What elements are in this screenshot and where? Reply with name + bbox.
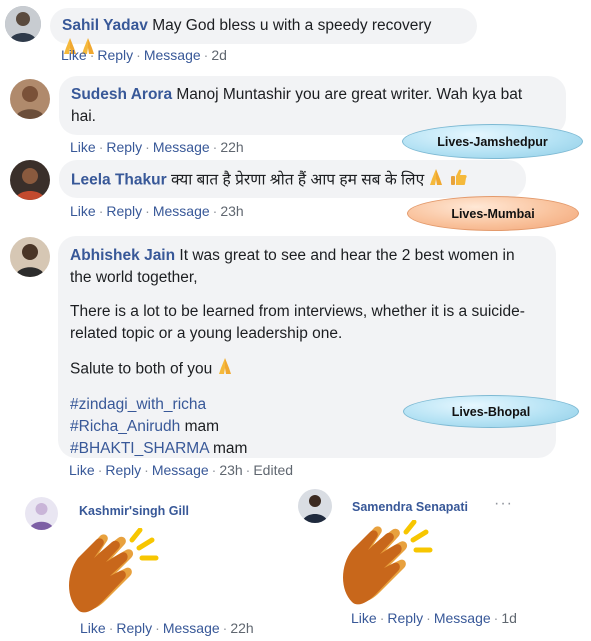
reply-link[interactable]: Reply xyxy=(106,203,142,219)
message-link[interactable]: Message xyxy=(153,139,210,155)
comment-actions: Like · Reply · Message · 22h xyxy=(80,620,254,636)
profile-photo xyxy=(5,6,41,42)
more-options-icon[interactable]: ··· xyxy=(494,495,513,513)
label-jamshedpur: Lives-Jamshedpur xyxy=(402,124,583,159)
reply-link[interactable]: Reply xyxy=(106,139,142,155)
comment-author[interactable]: Leela Thakur xyxy=(71,172,167,189)
comment-text: the world together, xyxy=(70,269,198,286)
thumbs-up-icon xyxy=(450,168,468,193)
separator: · xyxy=(89,47,95,63)
message-link[interactable]: Message xyxy=(144,47,201,63)
comment-text: Manoj Muntashir you are great writer. Wa… xyxy=(176,86,523,103)
timestamp[interactable]: 1d xyxy=(501,610,517,626)
comment-author[interactable]: Abhishek Jain xyxy=(70,247,175,264)
like-link[interactable]: Like xyxy=(351,610,377,626)
comment-bubble: Leela Thakur क्या बात है प्रेरणा श्रोत ह… xyxy=(59,160,526,198)
reply-link[interactable]: Reply xyxy=(116,620,152,636)
hashtag-link[interactable]: #Richa_Anirudh xyxy=(70,418,180,435)
comment-actions: Like · Reply · Message · 22h xyxy=(70,139,244,155)
hashtag-link[interactable]: #BHAKTI_SHARMA xyxy=(70,440,209,457)
separator: · xyxy=(379,610,385,626)
comment-author[interactable]: Kashmir'singh Gill xyxy=(79,504,189,518)
comment-author[interactable]: Samendra Senapati xyxy=(352,500,468,514)
avatar[interactable] xyxy=(5,6,41,42)
comment-text: mam xyxy=(213,440,248,457)
separator: · xyxy=(155,620,160,636)
folded-hands-icon xyxy=(428,168,445,193)
separator: · xyxy=(426,610,431,626)
like-link[interactable]: Like xyxy=(69,462,95,478)
like-link[interactable]: Like xyxy=(70,203,96,219)
separator: · xyxy=(108,620,114,636)
label-bhopal: Lives-Bhopal xyxy=(403,395,579,428)
separator: · xyxy=(212,139,218,155)
comment-text: It was great to see and hear the 2 best … xyxy=(179,247,515,264)
comment-actions: Like · Reply · Message · 1d xyxy=(351,610,517,626)
separator: · xyxy=(144,462,149,478)
timestamp[interactable]: 2d xyxy=(211,47,227,63)
like-link[interactable]: Like xyxy=(80,620,106,636)
label-mumbai: Lives-Mumbai xyxy=(407,196,579,231)
comment-text: क्या बात है प्रेरणा श्रोत हैं आप हम सब क… xyxy=(170,171,425,189)
separator: · xyxy=(98,139,104,155)
comment-actions: Like · Reply · Message · 2d xyxy=(61,47,227,63)
message-link[interactable]: Message xyxy=(434,610,491,626)
comment-actions: Like · Reply · Message · 23h · Edited xyxy=(69,462,293,478)
reply-link[interactable]: Reply xyxy=(105,462,141,478)
message-link[interactable]: Message xyxy=(152,462,209,478)
reply-link[interactable]: Reply xyxy=(97,47,133,63)
separator: · xyxy=(97,462,103,478)
avatar[interactable] xyxy=(25,497,58,530)
timestamp[interactable]: 22h xyxy=(220,139,243,155)
comment-text: related topic or a young leadership one. xyxy=(70,325,343,342)
separator: · xyxy=(98,203,104,219)
hashtag-link[interactable]: #zindagi_with_richa xyxy=(70,396,206,413)
comment-author[interactable]: Sudesh Arora xyxy=(71,86,172,103)
comment-text: There is a lot to be learned from interv… xyxy=(70,303,525,320)
separator: · xyxy=(203,47,209,63)
like-link[interactable]: Like xyxy=(70,139,96,155)
profile-photo xyxy=(25,497,58,530)
comment-author[interactable]: Sahil Yadav xyxy=(62,17,148,34)
timestamp[interactable]: 22h xyxy=(230,620,253,636)
profile-photo xyxy=(10,79,50,119)
clapping-hands-icon xyxy=(66,527,161,618)
edited-label[interactable]: Edited xyxy=(253,462,293,478)
like-link[interactable]: Like xyxy=(61,47,87,63)
separator: · xyxy=(136,47,141,63)
comment-text: May God bless u with a speedy recovery xyxy=(152,17,432,34)
separator: · xyxy=(222,620,228,636)
profile-photo xyxy=(10,237,50,277)
separator: · xyxy=(245,462,251,478)
avatar[interactable] xyxy=(10,160,50,200)
message-link[interactable]: Message xyxy=(153,203,210,219)
separator: · xyxy=(493,610,499,626)
timestamp[interactable]: 23h xyxy=(219,462,242,478)
timestamp[interactable]: 23h xyxy=(220,203,243,219)
message-link[interactable]: Message xyxy=(163,620,220,636)
reply-link[interactable]: Reply xyxy=(387,610,423,626)
avatar[interactable] xyxy=(298,489,332,523)
separator: · xyxy=(211,462,217,478)
comment-text: mam xyxy=(184,418,220,435)
profile-photo xyxy=(10,160,50,200)
avatar[interactable] xyxy=(10,79,50,119)
separator: · xyxy=(145,203,150,219)
separator: · xyxy=(145,139,150,155)
clapping-hands-icon xyxy=(340,519,435,610)
separator: · xyxy=(212,203,218,219)
folded-hands-icon xyxy=(217,357,234,382)
comment-bubble: Sahil Yadav May God bless u with a speed… xyxy=(50,8,477,54)
avatar[interactable] xyxy=(10,237,50,277)
comment-text: Salute to both of you xyxy=(70,360,213,378)
comment-actions: Like · Reply · Message · 23h xyxy=(70,203,244,219)
profile-photo xyxy=(298,489,332,523)
